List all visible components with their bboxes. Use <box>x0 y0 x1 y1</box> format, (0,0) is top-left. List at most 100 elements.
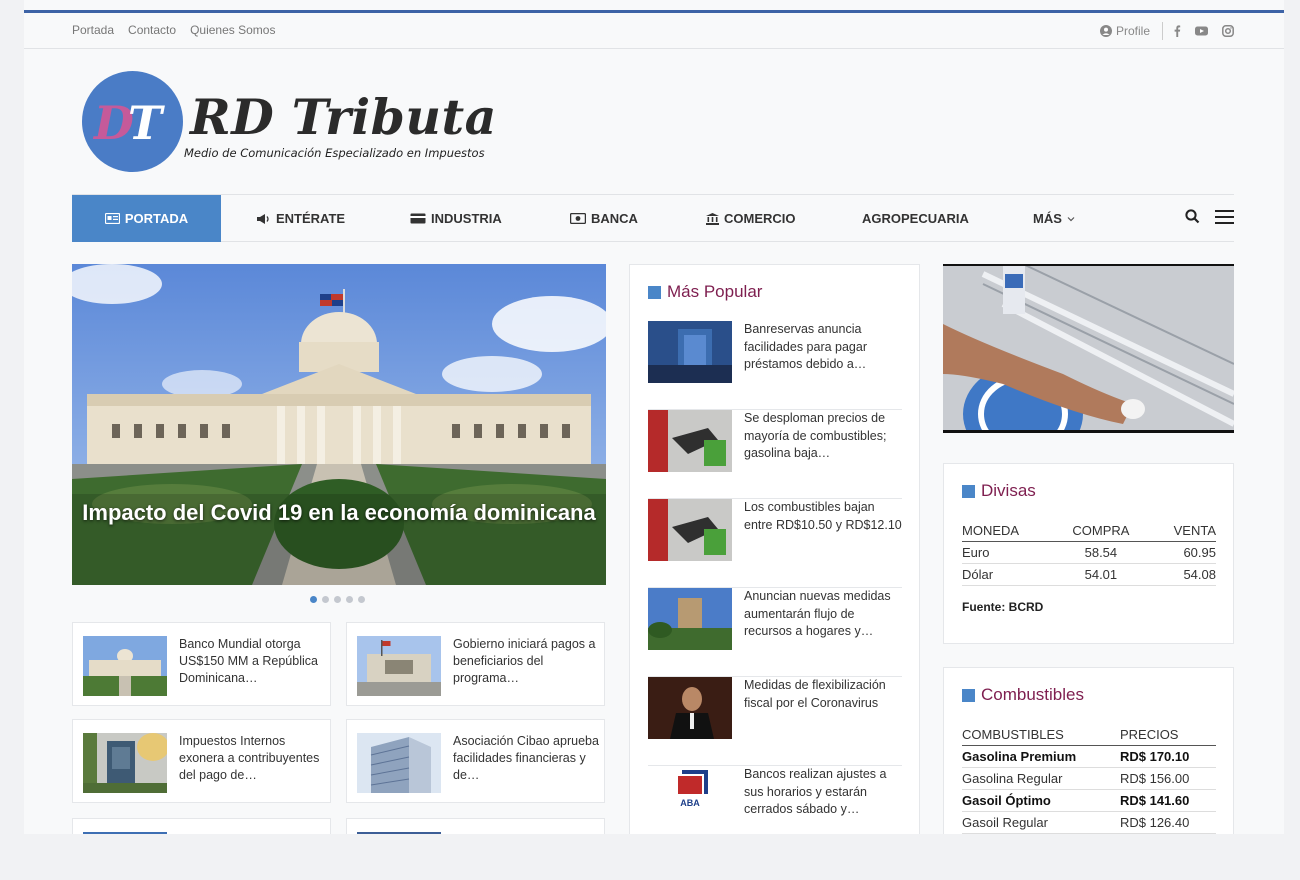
slider-dot[interactable] <box>334 596 341 603</box>
popular-thumbnail <box>648 410 732 472</box>
popular-item[interactable]: Se desploman precios de mayoría de combu… <box>648 410 902 499</box>
megaphone-icon <box>257 213 269 224</box>
slider-dot[interactable] <box>346 596 353 603</box>
table-row: Dólar 54.01 54.08 <box>962 563 1216 586</box>
fuel-price-table: COMBUSTIBLES PRECIOS Gasolina Premium RD… <box>962 724 1216 834</box>
slider-dot[interactable] <box>322 596 329 603</box>
nav-item-banca[interactable]: BANCA <box>570 195 638 242</box>
popular-title-text: Más Popular <box>667 282 763 301</box>
column-header-precios: PRECIOS <box>1119 724 1216 746</box>
column-header-moneda: MONEDA <box>962 520 1055 542</box>
money-bill-icon <box>570 213 586 224</box>
nav-item-portada[interactable]: PORTADA <box>72 195 221 242</box>
popular-item[interactable]: Banreservas anuncia facilidades para pag… <box>648 321 902 410</box>
news-card[interactable]: Asociación Cibao aprueba facilidades fin… <box>346 719 605 803</box>
popular-item-title[interactable]: Se desploman precios de mayoría de combu… <box>744 410 904 463</box>
slider-dot[interactable] <box>358 596 365 603</box>
column-header-venta: VENTA <box>1147 520 1216 542</box>
news-card-title[interactable]: Asociación Cibao aprueba facilidades fin… <box>453 733 599 784</box>
popular-item[interactable]: Anuncian nuevas medidas aumentarán flujo… <box>648 588 902 677</box>
popular-thumbnail <box>648 588 732 650</box>
palace-photo <box>72 264 606 585</box>
divisas-title: Divisas <box>962 481 1036 501</box>
fuel-price: RD$ 126.40 <box>1119 811 1216 834</box>
buy-rate: 54.01 <box>1054 563 1148 586</box>
news-thumbnail <box>357 636 441 696</box>
top-link-portada[interactable]: Portada <box>72 23 114 37</box>
section-square-icon <box>962 484 975 498</box>
table-row: Gasoil Regular RD$ 126.40 <box>962 811 1216 834</box>
news-card-title[interactable]: Impuestos Internos exonera a contribuyen… <box>179 733 325 784</box>
source-note: Fuente: BCRD <box>962 600 1044 614</box>
popular-item[interactable]: Medidas de flexibilización fiscal por el… <box>648 677 902 766</box>
popular-title: Más Popular <box>648 282 762 302</box>
popular-item-title[interactable]: Banreservas anuncia facilidades para pag… <box>744 321 904 374</box>
popular-item-title[interactable]: Bancos realizan ajustes a sus horarios y… <box>744 766 904 819</box>
currency-name: Euro <box>962 541 1055 564</box>
sell-rate: 54.08 <box>1147 563 1216 586</box>
nav-item-agropecuaria[interactable]: AGROPECUARIA <box>862 195 969 242</box>
facebook-icon[interactable] <box>1173 25 1181 37</box>
news-thumbnail <box>357 832 441 834</box>
nav-item-mas[interactable]: MÁS <box>1033 195 1075 242</box>
divisas-title-text: Divisas <box>981 481 1036 500</box>
currency-name: Dólar <box>962 563 1055 586</box>
top-bar: Portada Contacto Quienes Somos Profile <box>24 13 1284 49</box>
combustibles-title: Combustibles <box>962 685 1084 705</box>
table-row: Gasoil Óptimo RD$ 141.60 <box>962 789 1216 812</box>
fuel-name: Gasolina Regular <box>962 767 1120 790</box>
slider-caption[interactable]: Impacto del Covid 19 en la economía domi… <box>72 498 606 528</box>
instagram-icon[interactable] <box>1222 25 1234 37</box>
youtube-icon[interactable] <box>1195 26 1208 36</box>
aba-logo-thumbnail: ABA <box>648 766 732 828</box>
top-right: Profile <box>1099 22 1234 40</box>
top-link-contacto[interactable]: Contacto <box>128 23 176 37</box>
news-thumbnail <box>83 733 167 793</box>
nav-label-portada: PORTADA <box>124 211 189 226</box>
news-card[interactable] <box>72 818 331 834</box>
bank-building-icon <box>706 212 719 225</box>
popular-item[interactable]: Los combustibles bajan entre RD$10.50 y … <box>648 499 902 588</box>
search-icon[interactable] <box>1185 209 1200 224</box>
news-card[interactable]: Gobierno iniciará pagos a beneficiarios … <box>346 622 605 706</box>
ad-image[interactable] <box>943 264 1234 433</box>
fuel-name: Gasolina Premium <box>962 745 1120 768</box>
nav-label-enterate: ENTÉRATE <box>276 211 346 226</box>
table-row: Gasolina Premium RD$ 170.10 <box>962 745 1216 768</box>
column-header-combustibles: COMBUSTIBLES <box>962 724 1120 746</box>
slider-dot[interactable] <box>310 596 317 603</box>
news-card[interactable]: Banco Mundial otorga US$150 MM a Repúbli… <box>72 622 331 706</box>
news-thumbnail <box>357 733 441 793</box>
news-card[interactable] <box>346 818 605 834</box>
aba-logo-text: ABA <box>680 798 700 808</box>
table-row: Euro 58.54 60.95 <box>962 541 1216 564</box>
combustibles-panel: Combustibles COMBUSTIBLES PRECIOS Gasoli… <box>943 667 1234 834</box>
nav-item-industria[interactable]: INDUSTRIA <box>410 195 502 242</box>
page: Portada Contacto Quienes Somos Profile D… <box>24 0 1284 834</box>
nav-label-agropecuaria: AGROPECUARIA <box>862 211 969 226</box>
news-thumbnail <box>83 832 167 834</box>
nav-item-comercio[interactable]: COMERCIO <box>706 195 796 242</box>
fuel-price: RD$ 141.60 <box>1119 789 1216 812</box>
featured-slider[interactable]: Impacto del Covid 19 en la economía domi… <box>72 264 606 585</box>
popular-item-title[interactable]: Los combustibles bajan entre RD$10.50 y … <box>744 499 904 534</box>
news-thumbnail <box>83 636 167 696</box>
newspaper-icon <box>104 213 120 224</box>
section-square-icon <box>648 285 661 299</box>
logo-title: RD Tributa <box>190 88 497 146</box>
nav-label-banca: BANCA <box>591 211 638 226</box>
news-card[interactable]: Impuestos Internos exonera a contribuyen… <box>72 719 331 803</box>
nav-label-industria: INDUSTRIA <box>431 211 502 226</box>
top-link-quienes-somos[interactable]: Quienes Somos <box>190 23 275 37</box>
popular-thumbnail <box>648 321 732 383</box>
news-card-title[interactable]: Gobierno iniciará pagos a beneficiarios … <box>453 636 599 687</box>
column-header-compra: COMPRA <box>1054 520 1148 542</box>
popular-item-title[interactable]: Medidas de flexibilización fiscal por el… <box>744 677 904 712</box>
popular-item[interactable]: ABA Bancos realizan ajustes a sus horari… <box>648 766 902 834</box>
news-card-title[interactable]: Banco Mundial otorga US$150 MM a Repúbli… <box>179 636 325 687</box>
hamburger-menu-icon[interactable] <box>1215 210 1234 224</box>
nav-item-enterate[interactable]: ENTÉRATE <box>256 195 345 242</box>
profile-link[interactable]: Profile <box>1099 22 1163 40</box>
popular-item-title[interactable]: Anuncian nuevas medidas aumentarán flujo… <box>744 588 904 641</box>
fuel-name: Gasoil Regular <box>962 811 1120 834</box>
